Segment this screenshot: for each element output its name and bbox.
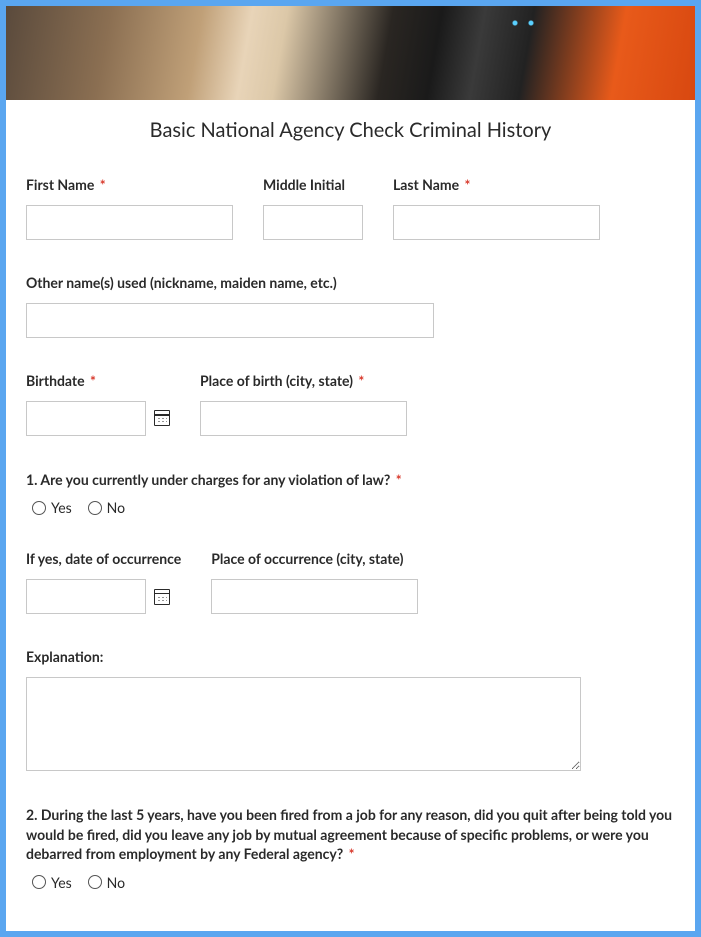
explanation-field: Explanation:: [26, 648, 581, 771]
label-text: Place of birth (city, state): [200, 372, 353, 389]
required-marker: *: [358, 372, 364, 389]
explanation-row: Explanation:: [26, 648, 675, 771]
other-names-field: Other name(s) used (nickname, maiden nam…: [26, 274, 434, 338]
birthdate-field: Birthdate *: [26, 372, 170, 436]
q2-radios: Yes No: [26, 874, 675, 891]
place-occurrence-input[interactable]: [211, 579, 418, 614]
other-names-row: Other name(s) used (nickname, maiden nam…: [26, 274, 675, 338]
calendar-icon[interactable]: [154, 589, 170, 605]
date-occurrence-field: If yes, date of occurrence: [26, 550, 181, 614]
q1-yes-option[interactable]: Yes: [32, 499, 72, 516]
label-text: First Name: [26, 176, 94, 193]
place-of-birth-label: Place of birth (city, state) *: [200, 372, 407, 391]
other-names-label: Other name(s) used (nickname, maiden nam…: [26, 274, 434, 293]
place-of-birth-input[interactable]: [200, 401, 407, 436]
option-label: No: [107, 499, 125, 516]
hero-image: [6, 6, 695, 100]
explanation-label: Explanation:: [26, 648, 581, 667]
first-name-label: First Name *: [26, 176, 233, 195]
q1-yes-radio[interactable]: [32, 501, 46, 515]
place-of-birth-field: Place of birth (city, state) *: [200, 372, 407, 436]
form-content: Basic National Agency Check Criminal His…: [6, 100, 695, 931]
q2-yes-option[interactable]: Yes: [32, 874, 72, 891]
q1-radios: Yes No: [26, 499, 675, 516]
place-occurrence-field: Place of occurrence (city, state): [211, 550, 418, 614]
birthdate-input[interactable]: [26, 401, 146, 436]
required-marker: *: [349, 845, 355, 862]
birthdate-wrap: [26, 401, 170, 436]
required-marker: *: [100, 176, 106, 193]
question-1: 1. Are you currently under charges for a…: [26, 470, 675, 490]
name-row: First Name * Middle Initial Last Name *: [26, 176, 675, 240]
last-name-input[interactable]: [393, 205, 600, 240]
required-marker: *: [464, 176, 470, 193]
explanation-textarea[interactable]: [26, 677, 581, 771]
middle-initial-input[interactable]: [263, 205, 363, 240]
q2-yes-radio[interactable]: [32, 875, 46, 889]
birth-row: Birthdate * Place of birth (city, state)…: [26, 372, 675, 436]
question-text: 1. Are you currently under charges for a…: [26, 471, 390, 488]
date-occurrence-wrap: [26, 579, 181, 614]
other-names-input[interactable]: [26, 303, 434, 338]
date-occurrence-label: If yes, date of occurrence: [26, 550, 181, 569]
label-text: Birthdate: [26, 372, 85, 389]
first-name-field: First Name *: [26, 176, 233, 240]
form-page: Basic National Agency Check Criminal His…: [6, 6, 695, 931]
q1-no-option[interactable]: No: [88, 499, 125, 516]
q2-no-option[interactable]: No: [88, 874, 125, 891]
first-name-input[interactable]: [26, 205, 233, 240]
date-occurrence-input[interactable]: [26, 579, 146, 614]
required-marker: *: [90, 372, 96, 389]
place-occurrence-label: Place of occurrence (city, state): [211, 550, 418, 569]
label-text: Last Name: [393, 176, 459, 193]
q2-no-radio[interactable]: [88, 875, 102, 889]
page-title: Basic National Agency Check Criminal His…: [26, 118, 675, 142]
option-label: Yes: [51, 499, 72, 516]
last-name-field: Last Name *: [393, 176, 600, 240]
option-label: Yes: [51, 874, 72, 891]
required-marker: *: [396, 471, 402, 488]
q1-no-radio[interactable]: [88, 501, 102, 515]
middle-initial-field: Middle Initial: [263, 176, 363, 240]
calendar-icon[interactable]: [154, 410, 170, 426]
last-name-label: Last Name *: [393, 176, 600, 195]
question-2: 2. During the last 5 years, have you bee…: [26, 805, 675, 864]
birthdate-label: Birthdate *: [26, 372, 170, 391]
middle-initial-label: Middle Initial: [263, 176, 363, 195]
option-label: No: [107, 874, 125, 891]
occurrence-row: If yes, date of occurrence Place of occu…: [26, 550, 675, 614]
